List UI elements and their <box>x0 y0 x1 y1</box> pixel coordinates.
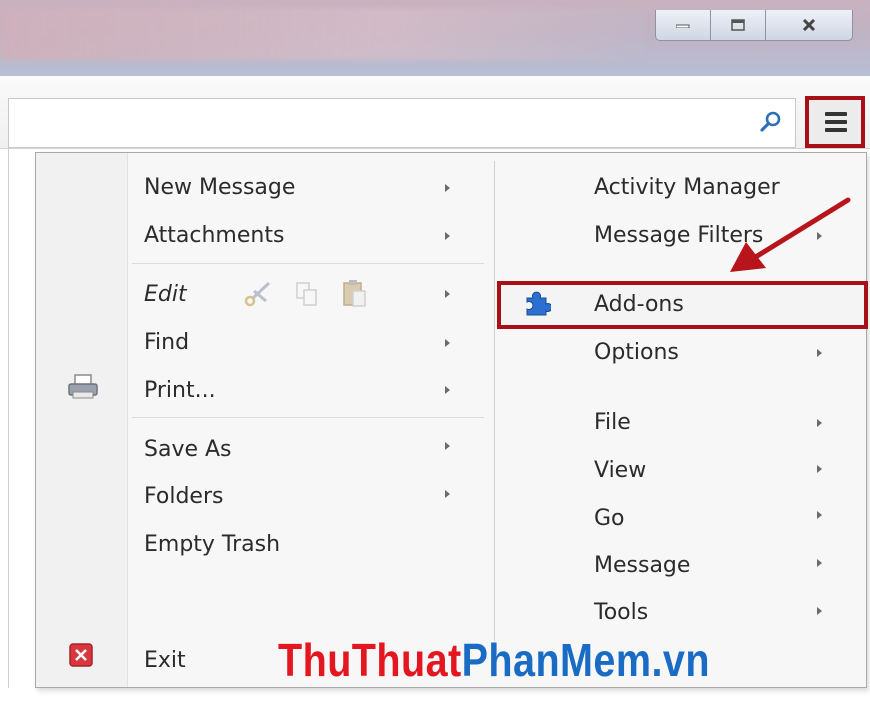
annotation-arrow <box>730 197 851 272</box>
submenu-arrow-icon <box>445 290 450 298</box>
maximize-button[interactable] <box>710 10 766 41</box>
menu-item-add-ons[interactable]: Add-ons <box>594 292 684 318</box>
menu-item-options[interactable]: Options <box>594 340 679 366</box>
close-button[interactable] <box>765 10 853 41</box>
copy-icon[interactable] <box>294 280 320 308</box>
menu-item-label: Exit <box>144 648 186 673</box>
submenu-arrow-icon <box>817 559 822 567</box>
submenu-arrow-icon <box>817 419 822 427</box>
menu-item-save-as[interactable]: Save As <box>144 437 232 463</box>
window-titlebar <box>0 0 870 76</box>
menu-item-label: Attachments <box>144 223 285 248</box>
submenu-arrow-icon <box>817 349 822 357</box>
menu-item-label: Save As <box>144 437 232 462</box>
menu-item-label: Go <box>594 506 625 531</box>
menu-item-label: Edit <box>144 282 187 307</box>
maximize-icon <box>731 19 745 31</box>
menu-item-empty-trash[interactable]: Empty Trash <box>144 532 280 558</box>
menu-item-label: Message <box>594 553 691 578</box>
exit-icon <box>69 643 93 667</box>
toolbar <box>0 76 870 149</box>
menu-item-label: Folders <box>144 484 224 509</box>
menu-item-label: Options <box>594 340 679 365</box>
watermark-part-1: ThuThuat <box>278 634 462 686</box>
menu-item-label: Add-ons <box>594 292 684 317</box>
menu-item-go[interactable]: Go <box>594 506 625 532</box>
menu-item-label: Find <box>144 330 190 355</box>
watermark-part-2: PhanMem.vn <box>461 634 710 686</box>
menu-item-file[interactable]: File <box>594 410 631 436</box>
menu-item-label: Empty Trash <box>144 532 281 557</box>
menu-icon-strip <box>36 153 127 687</box>
menu-item-folders[interactable]: Folders <box>144 484 223 510</box>
menu-item-print[interactable]: Print... <box>144 378 216 404</box>
menu-item-label: View <box>594 458 647 483</box>
menu-item-attachments[interactable]: Attachments <box>144 223 284 249</box>
submenu-arrow-icon <box>445 184 450 192</box>
menu-item-new-message[interactable]: New Message <box>144 175 295 201</box>
submenu-arrow-icon <box>445 386 450 394</box>
cut-icon[interactable] <box>244 279 272 307</box>
application-menu-button[interactable] <box>805 96 865 148</box>
close-icon <box>802 19 816 31</box>
menu-item-exit[interactable]: Exit <box>144 648 186 674</box>
titlebar-blurred-area <box>0 8 645 60</box>
submenu-arrow-icon <box>445 339 450 347</box>
menu-item-edit[interactable]: Edit <box>144 282 187 308</box>
watermark: ThuThuatPhanMem.vn <box>278 630 710 690</box>
menu-item-message[interactable]: Message <box>594 553 690 579</box>
minimize-icon <box>676 24 690 28</box>
submenu-arrow-icon <box>445 232 450 240</box>
window-left-edge <box>8 148 9 688</box>
submenu-arrow-icon <box>817 511 822 519</box>
search-icon[interactable] <box>759 110 783 134</box>
submenu-arrow-icon <box>445 490 450 498</box>
menu-separator <box>132 417 484 418</box>
submenu-arrow-icon <box>817 465 822 473</box>
menu-column-divider <box>494 161 495 641</box>
paste-icon[interactable] <box>341 278 369 308</box>
search-input[interactable] <box>8 98 796 148</box>
menu-item-label: Print... <box>144 378 216 403</box>
menu-item-label: New Message <box>144 175 296 200</box>
hamburger-menu-icon <box>825 112 847 136</box>
menu-item-label: Tools <box>594 600 649 625</box>
minimize-button[interactable] <box>655 10 711 41</box>
menu-icon-strip-divider <box>127 153 128 687</box>
submenu-arrow-icon <box>445 442 450 450</box>
menu-item-label: File <box>594 410 631 435</box>
menu-item-find[interactable]: Find <box>144 330 189 356</box>
printer-icon <box>68 374 98 399</box>
menu-item-view[interactable]: View <box>594 458 646 484</box>
puzzle-piece-icon <box>526 291 551 316</box>
menu-item-tools[interactable]: Tools <box>594 600 648 626</box>
menu-separator <box>132 263 484 264</box>
submenu-arrow-icon <box>817 607 822 615</box>
